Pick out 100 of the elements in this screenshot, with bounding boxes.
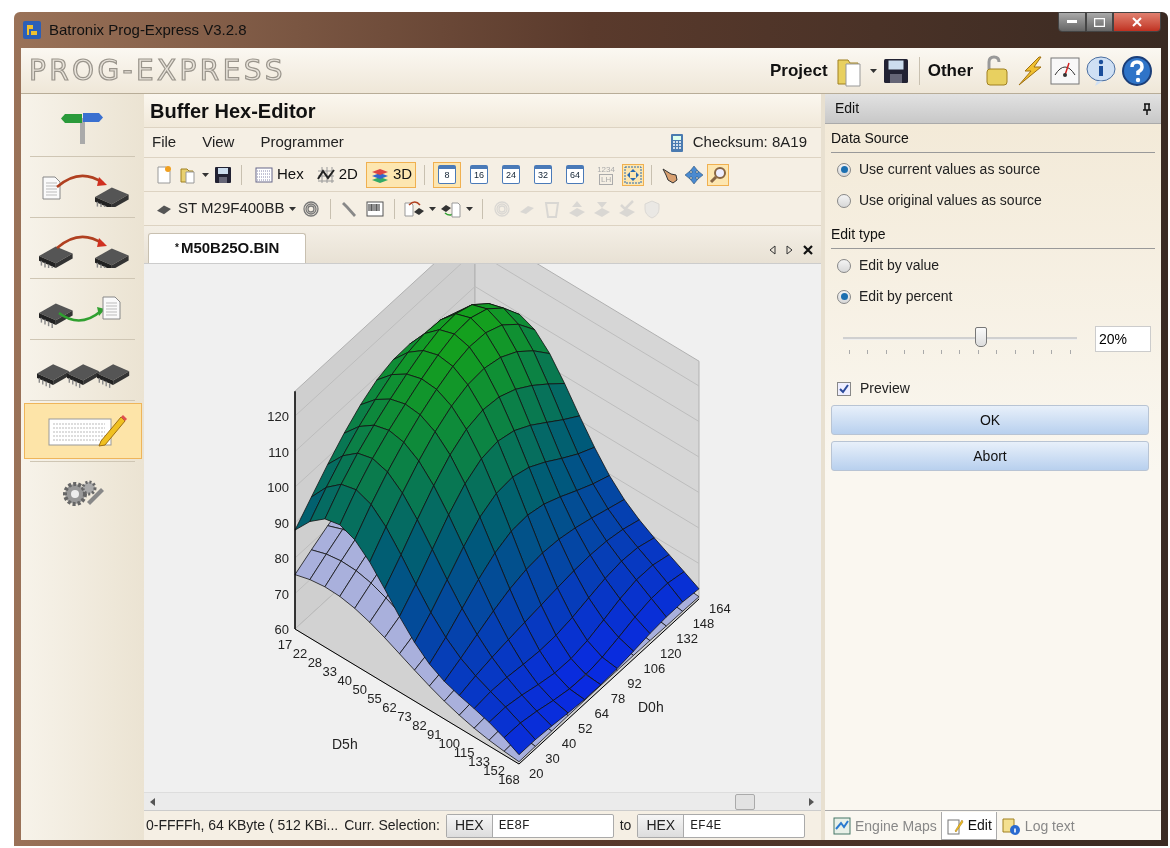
- project-label: Project: [770, 59, 828, 82]
- notepad-pencil-icon: [945, 816, 964, 835]
- axis-tick-label: 100: [267, 480, 289, 495]
- axis-tick-label: 78: [610, 691, 626, 706]
- horizontal-scrollbar[interactable]: [144, 792, 821, 810]
- view-mode-button[interactable]: 3D: [365, 161, 417, 188]
- view-mode-button[interactable]: Hex: [250, 161, 308, 188]
- axis-tick-label: 80: [274, 551, 289, 566]
- close-icon: [1132, 17, 1142, 27]
- section-heading: Edit type: [831, 224, 1155, 249]
- radio-button[interactable]: [837, 193, 851, 208]
- selection-label: Curr. Selection:: [344, 816, 440, 835]
- minimize-button[interactable]: [1058, 12, 1086, 32]
- close-button[interactable]: [1113, 12, 1161, 32]
- window-title: Batronix Prog-Express V3.2.8: [49, 19, 247, 40]
- scroll-left-icon[interactable]: [150, 797, 156, 806]
- caret-icon[interactable]: [289, 206, 297, 211]
- view-mode-button[interactable]: 2D: [311, 161, 362, 188]
- scroll-right-icon[interactable]: [786, 245, 793, 255]
- axis-title: D0h: [638, 699, 664, 715]
- axis-tick-label: 110: [268, 444, 289, 460]
- menu-item[interactable]: File: [152, 131, 177, 154]
- caret-icon[interactable]: [869, 68, 877, 73]
- dialog-button[interactable]: OK: [831, 405, 1149, 435]
- axis-tick-label: 33: [322, 664, 338, 679]
- device-selector[interactable]: ST M29F400BB: [154, 197, 285, 220]
- scrollbar-thumb[interactable]: [735, 793, 755, 810]
- line-graph-icon: [315, 164, 336, 185]
- app-logo: PROG-EXPRESS: [29, 52, 286, 89]
- close-icon[interactable]: [803, 245, 813, 255]
- section-heading: Data Source: [831, 128, 1155, 153]
- gauge-icon[interactable]: [1049, 54, 1081, 87]
- axis-tick-label: 20: [529, 766, 544, 781]
- axis-tick-label: 148: [692, 616, 715, 631]
- menu-item[interactable]: View: [202, 131, 235, 154]
- scroll-left-icon[interactable]: [769, 245, 776, 255]
- axis-tick-label: 17: [277, 637, 293, 652]
- column-width-button[interactable]: 64: [561, 161, 590, 188]
- column-width-button[interactable]: 16: [465, 161, 494, 188]
- other-label: Other: [927, 59, 973, 82]
- axis-tick-label: 28: [307, 655, 323, 670]
- axis-tick-label: 52: [578, 721, 593, 736]
- dialog-button[interactable]: Abort: [831, 441, 1149, 471]
- maximize-icon: [1094, 17, 1105, 27]
- axis-tick-label: 40: [337, 673, 352, 688]
- axis-tick-label: 64: [594, 706, 609, 721]
- axis-tick-label: 62: [382, 700, 397, 715]
- panel-tab[interactable]: Edit: [940, 812, 997, 840]
- axis-tick-label: 82: [412, 718, 427, 733]
- magnifier-icon[interactable]: [708, 164, 729, 185]
- info-icon[interactable]: [1085, 54, 1117, 87]
- axis-tick-label: 30: [545, 751, 560, 766]
- column-width-button[interactable]: 24: [497, 161, 526, 188]
- map-chart-icon: [833, 817, 851, 835]
- log-info-icon: [1000, 817, 1021, 835]
- editor-title: Buffer Hex-Editor: [150, 98, 316, 124]
- axis-tick-label: 70: [274, 586, 289, 602]
- radio-button[interactable]: [837, 258, 851, 273]
- radio-button[interactable]: [837, 162, 851, 177]
- axis-tick-label: 92: [627, 676, 642, 691]
- radio-button[interactable]: [837, 289, 851, 304]
- checksum-label: Checksum: 8A19: [692, 132, 807, 153]
- save-icon[interactable]: [213, 164, 233, 185]
- axis-tick-label: 55: [367, 691, 382, 706]
- app-logo-icon: [23, 21, 41, 39]
- checkbox[interactable]: [837, 381, 851, 396]
- fingerprint-icon[interactable]: [301, 198, 322, 219]
- scroll-right-icon[interactable]: [809, 797, 815, 806]
- axis-tick-label: 106: [643, 661, 666, 676]
- checkbox-label: Preview: [860, 379, 910, 398]
- minimize-icon: [1067, 20, 1077, 24]
- checkmark-icon: [839, 383, 849, 394]
- help-icon[interactable]: [1121, 54, 1153, 87]
- axis-tick-label: 132: [676, 631, 698, 646]
- axis-tick-label: 73: [397, 709, 412, 724]
- axis-tick-label: 90: [274, 515, 289, 531]
- to-label: to: [619, 816, 632, 835]
- axis-title: D5h: [332, 736, 358, 752]
- file-tab[interactable]: *M50B25O.BIN: [148, 233, 307, 263]
- caret-icon[interactable]: [466, 206, 474, 211]
- document-to-chip-icon[interactable]: [404, 198, 425, 219]
- caret-icon[interactable]: [429, 206, 437, 211]
- axis-tick-label: 120: [659, 646, 682, 661]
- radio-label: Use original values as source: [859, 191, 1042, 210]
- axis-tick-label: 50: [352, 682, 367, 697]
- column-width-button[interactable]: 8: [433, 161, 462, 188]
- axis-tick-label: 60: [274, 622, 289, 637]
- maximize-button[interactable]: [1086, 12, 1113, 32]
- pin-icon[interactable]: [1143, 102, 1151, 115]
- fit-to-view-icon[interactable]: [623, 164, 644, 185]
- barcode-label-icon[interactable]: [365, 198, 386, 219]
- percent-field[interactable]: 20%: [1095, 326, 1151, 352]
- radio-label: Edit by percent: [859, 287, 953, 306]
- menu-item[interactable]: Programmer: [260, 131, 344, 154]
- axis-tick-label: 40: [561, 736, 577, 751]
- axis-tick-label: 22: [292, 646, 308, 661]
- axis-tick-label: 164: [709, 601, 731, 616]
- caret-icon[interactable]: [202, 172, 209, 177]
- column-width-button[interactable]: 32: [529, 161, 558, 188]
- move-arrows-icon[interactable]: [684, 164, 705, 185]
